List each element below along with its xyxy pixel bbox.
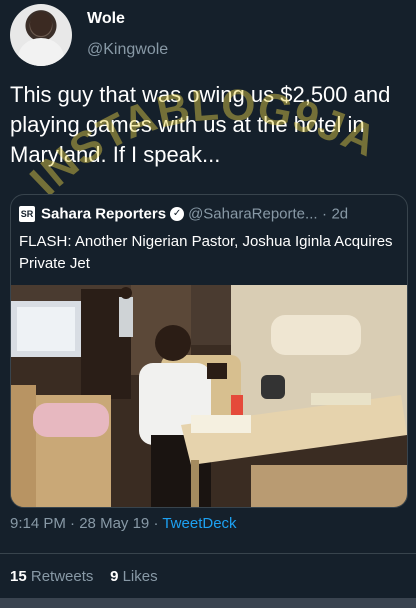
bottom-divider	[0, 598, 416, 608]
author-display-name[interactable]: Wole	[87, 10, 125, 28]
avatar-head	[30, 12, 52, 36]
tweet-text: This guy that was owing us $2,500 and pl…	[10, 82, 391, 167]
tweet-source-link[interactable]: TweetDeck	[162, 515, 236, 532]
tweet-time: 9:14 PM	[10, 515, 66, 532]
retweets-stat[interactable]: 15 Retweets	[10, 568, 93, 585]
author-handle[interactable]: @Kingwole	[87, 41, 168, 59]
tweet-metadata: 9:14 PM · 28 May 19 · TweetDeck	[10, 515, 237, 532]
quoted-separator: ·	[321, 205, 327, 223]
tweet-stats: 15 Retweets 9 Likes	[10, 568, 158, 585]
meta-separator: ·	[153, 515, 159, 532]
likes-count: 9	[110, 568, 119, 585]
tweet-date: 28 May 19	[79, 515, 150, 532]
quoted-age: 2d	[331, 205, 349, 223]
meta-separator: ·	[70, 515, 76, 532]
quoted-tweet[interactable]: SR Sahara Reporters ✓ @SaharaReporte... · 2…	[10, 194, 408, 508]
divider	[0, 553, 416, 554]
retweets-count: 15	[10, 568, 27, 585]
verified-badge-icon: ✓	[170, 206, 185, 221]
likes-label: Likes	[122, 568, 158, 585]
avatar[interactable]	[10, 4, 72, 66]
quoted-tweet-photo[interactable]	[11, 285, 407, 507]
quoted-tweet-text: FLASH: Another Nigerian Pastor, Joshua I…	[19, 233, 393, 272]
tweet-header: Wole @Kingwole	[10, 4, 410, 66]
quoted-display-name: Sahara Reporters	[41, 205, 167, 223]
retweets-label: Retweets	[30, 568, 94, 585]
avatar-body	[18, 38, 64, 66]
quoted-tweet-header: SR Sahara Reporters ✓ @SaharaReporte... · 2…	[19, 205, 399, 225]
sahara-reporters-logo: SR	[19, 205, 35, 222]
quoted-handle: @SaharaReporte...	[188, 205, 318, 223]
likes-stat[interactable]: 9 Likes	[110, 568, 158, 585]
